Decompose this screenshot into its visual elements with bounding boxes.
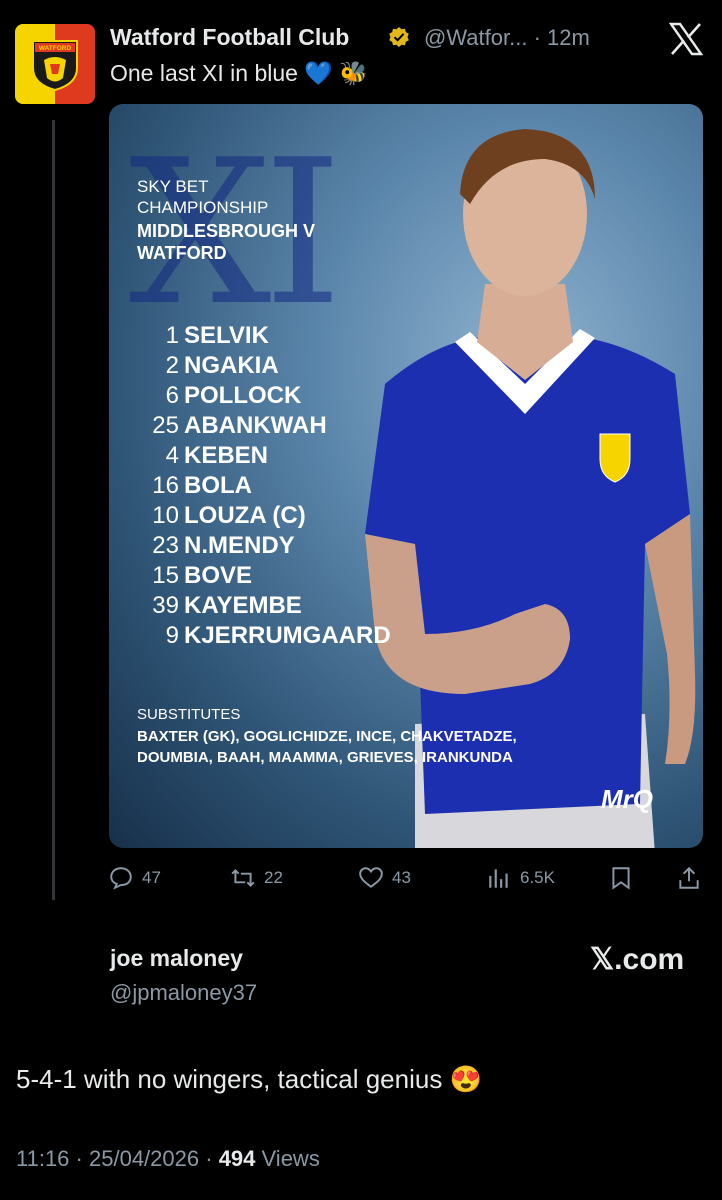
shirt-number: 1: [165, 322, 179, 349]
tweet-text: One last XI in blue 💙 🐝: [110, 60, 368, 86]
player-name: BOLA: [184, 472, 252, 499]
player-name: ABANKWAH: [184, 412, 327, 439]
player-name: KAYEMBE: [184, 592, 302, 619]
lineup-row: 23 N.MENDY: [109, 532, 469, 562]
svg-text:WATFORD: WATFORD: [39, 45, 72, 52]
player-name: N.MENDY: [184, 532, 295, 559]
tweet-image[interactable]: XI SKY BET CHAMPIONSHIP MIDDLESBROUGH V …: [109, 104, 703, 848]
views-count: 6.5K: [520, 868, 555, 887]
lineup-row: 25 ABANKWAH: [109, 412, 469, 442]
thread-line: [52, 120, 55, 900]
action-bar: 47 22 43 6.5K: [108, 862, 702, 894]
x-logo-icon[interactable]: [668, 22, 704, 56]
reply-icon: [110, 867, 132, 890]
player-name: SELVIK: [184, 322, 269, 349]
heart-icon: [359, 867, 383, 888]
repost-button[interactable]: 22: [230, 862, 283, 894]
player-name: LOUZA (C): [184, 502, 306, 529]
reply-count: 47: [142, 868, 161, 887]
x-com-watermark: 𝕏.com: [590, 943, 685, 976]
lineup-row: 2 NGAKIA: [109, 352, 469, 382]
meta-dot: ·: [75, 1146, 83, 1171]
player-name: KJERRUMGAARD: [184, 622, 391, 649]
meta-dot: ·: [205, 1146, 213, 1171]
lineup-row: 9 KJERRUMGAARD: [109, 622, 469, 652]
share-button[interactable]: [676, 862, 710, 894]
quoter-handle[interactable]: @jpmaloney37: [110, 980, 257, 1006]
post-views-count: 494: [218, 1146, 256, 1171]
competition-name: SKY BET CHAMPIONSHIP: [137, 176, 268, 218]
repost-count: 22: [264, 868, 283, 887]
repost-icon: [231, 869, 255, 887]
competition-line-1: SKY BET: [137, 177, 209, 196]
author-name[interactable]: Watford Football Club: [110, 24, 349, 51]
author-handle[interactable]: @Watfor...: [424, 25, 527, 50]
views-chart-icon: [489, 869, 508, 888]
watford-crest-icon: WATFORD: [32, 40, 78, 92]
player-name: BOVE: [184, 562, 253, 589]
shirt-number: 4: [165, 442, 179, 469]
player-name: POLLOCK: [184, 382, 302, 409]
shirt-number: 23: [152, 532, 179, 559]
player-name: KEBEN: [184, 442, 269, 469]
lineup-row: 1 SELVIK: [109, 322, 469, 352]
lineup-row: 39 KAYEMBE: [109, 592, 469, 622]
shirt-number: 2: [165, 352, 179, 379]
shirt-number: 9: [165, 622, 179, 649]
sponsor-logo: MrQ: [601, 784, 653, 814]
verified-badge-icon: [389, 27, 409, 47]
substitutes-heading: SUBSTITUTES: [137, 706, 241, 723]
lineup-row: 4 KEBEN: [109, 442, 469, 472]
bookmark-icon: [612, 867, 630, 890]
shirt-number: 39: [152, 592, 179, 619]
views-button[interactable]: 6.5K: [486, 862, 555, 894]
like-count: 43: [392, 868, 411, 887]
lineup-row: 10 LOUZA (C): [109, 502, 469, 532]
reply-text: 5-4-1 with no wingers, tactical genius 😍: [16, 1064, 482, 1094]
post-meta: 11:16 · 25/04/2026 · 494 Views: [16, 1146, 320, 1172]
tweet-time[interactable]: 12m: [547, 25, 590, 50]
post-time: 11:16: [16, 1146, 70, 1171]
match-line-2: WATFORD: [137, 243, 227, 263]
substitutes-list: BAXTER (GK), GOGLICHIDZE, INCE, CHAKVETA…: [137, 728, 517, 766]
post-views-label: Views: [261, 1146, 320, 1171]
shirt-number: 16: [152, 472, 179, 499]
author-handle-time[interactable]: @Watfor... · 12m: [424, 25, 590, 51]
shirt-number: 25: [152, 412, 179, 439]
shirt-number: 15: [152, 562, 179, 589]
shirt-number: 10: [152, 502, 179, 529]
separator-dot: ·: [533, 25, 541, 50]
like-button[interactable]: 43: [358, 862, 411, 894]
match-line-1: MIDDLESBROUGH V: [137, 221, 316, 241]
player-name: NGAKIA: [184, 352, 279, 379]
reply-button[interactable]: 47: [108, 862, 161, 894]
shirt-number: 6: [165, 382, 179, 409]
competition-line-2: CHAMPIONSHIP: [137, 198, 269, 217]
share-icon: [679, 866, 699, 889]
lineup-row: 15 BOVE: [109, 562, 469, 592]
lineup-row: 6 POLLOCK: [109, 382, 469, 412]
lineup-row: 16 BOLA: [109, 472, 469, 502]
match-title: MIDDLESBROUGH V WATFORD: [137, 220, 397, 264]
quoter-name[interactable]: joe maloney: [110, 945, 243, 972]
bookmark-button[interactable]: [608, 862, 642, 894]
post-date: 25/04/2026: [89, 1146, 200, 1171]
